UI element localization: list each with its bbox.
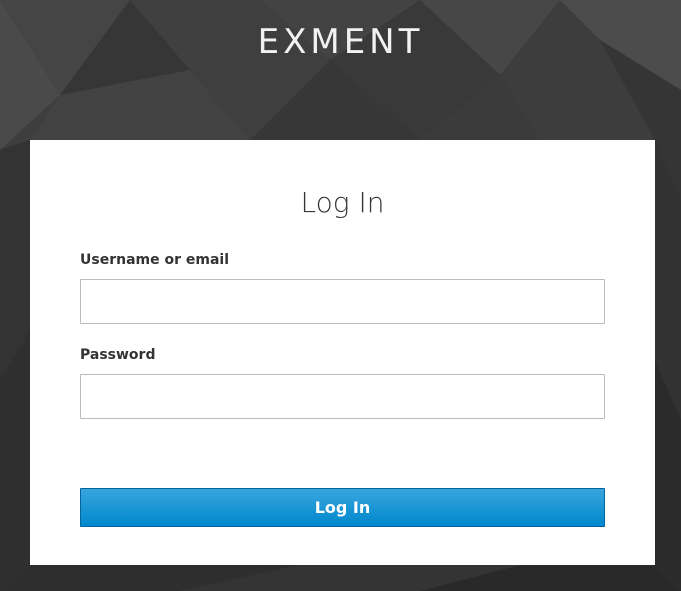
username-label: Username or email	[80, 252, 229, 268]
password-input[interactable]	[80, 374, 605, 419]
login-button[interactable]: Log In	[80, 488, 605, 527]
login-heading: Log In	[300, 186, 385, 219]
username-input[interactable]	[80, 279, 605, 324]
brand-title: EXMENT	[257, 22, 424, 62]
password-label: Password	[80, 347, 156, 363]
login-card: Log In Username or email Password Log In	[30, 140, 655, 565]
